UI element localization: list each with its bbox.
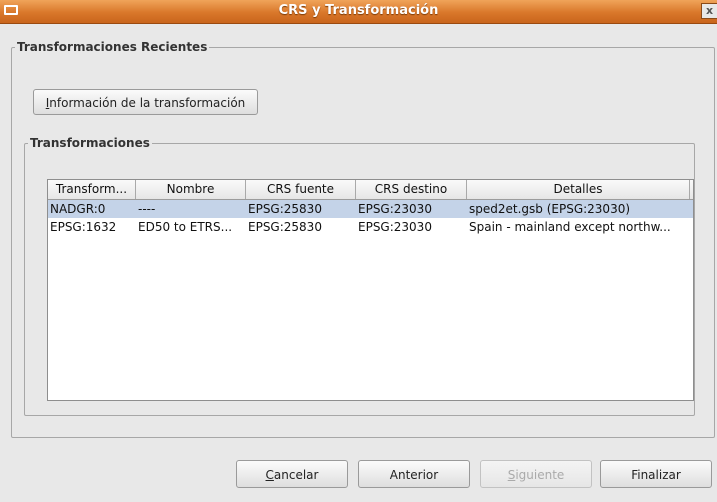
column-header-transform[interactable]: Transform...: [48, 180, 136, 199]
table-cell: EPSG:25830: [248, 220, 322, 234]
cancel-mnemonic: C: [265, 468, 274, 482]
table-cell: EPSG:23030: [358, 220, 432, 234]
transformations-table[interactable]: Transform... Nombre CRS fuente CRS desti…: [47, 179, 694, 401]
transformations-group: Transformaciones Transform... Nombre CRS…: [24, 136, 695, 416]
table-cell: ED50 to ETRS...: [138, 220, 233, 234]
table-cell: EPSG:25830: [248, 202, 322, 216]
previous-button[interactable]: Anterior: [358, 460, 470, 488]
next-button[interactable]: Siguiente: [480, 460, 592, 488]
next-label: iguiente: [515, 468, 565, 482]
recent-transformations-legend: Transformaciones Recientes: [17, 40, 208, 54]
column-header-details[interactable]: Detalles: [467, 180, 690, 199]
table-cell: NADGR:0: [50, 202, 106, 216]
recent-transformations-group: Transformaciones Recientes Información d…: [11, 40, 715, 438]
table-cell: sped2et.gsb (EPSG:23030): [469, 202, 631, 216]
table-cell: Spain - mainland except northw...: [469, 220, 671, 234]
cancel-button[interactable]: Cancelar: [236, 460, 348, 488]
table-header: Transform... Nombre CRS fuente CRS desti…: [48, 180, 693, 200]
info-button-label: nformación de la transformación: [49, 96, 246, 110]
transformation-info-button[interactable]: Información de la transformación: [33, 89, 258, 115]
window-title: CRS y Transformación: [278, 3, 439, 18]
column-header-target-crs[interactable]: CRS destino: [356, 180, 467, 199]
title-bar: CRS y Transformación x: [0, 0, 717, 24]
column-header-source-crs[interactable]: CRS fuente: [246, 180, 356, 199]
table-row[interactable]: EPSG:1632 ED50 to ETRS... EPSG:25830 EPS…: [48, 218, 693, 236]
table-cell: EPSG:23030: [358, 202, 432, 216]
table-row[interactable]: NADGR:0 ---- EPSG:25830 EPSG:23030 sped2…: [48, 200, 693, 218]
transformations-legend: Transformaciones: [30, 136, 150, 150]
finish-button[interactable]: Finalizar: [600, 460, 712, 488]
cancel-label: ancelar: [273, 468, 319, 482]
table-cell: ----: [138, 202, 156, 216]
table-cell: EPSG:1632: [50, 220, 117, 234]
column-header-name[interactable]: Nombre: [136, 180, 246, 199]
close-icon[interactable]: x: [701, 3, 717, 19]
